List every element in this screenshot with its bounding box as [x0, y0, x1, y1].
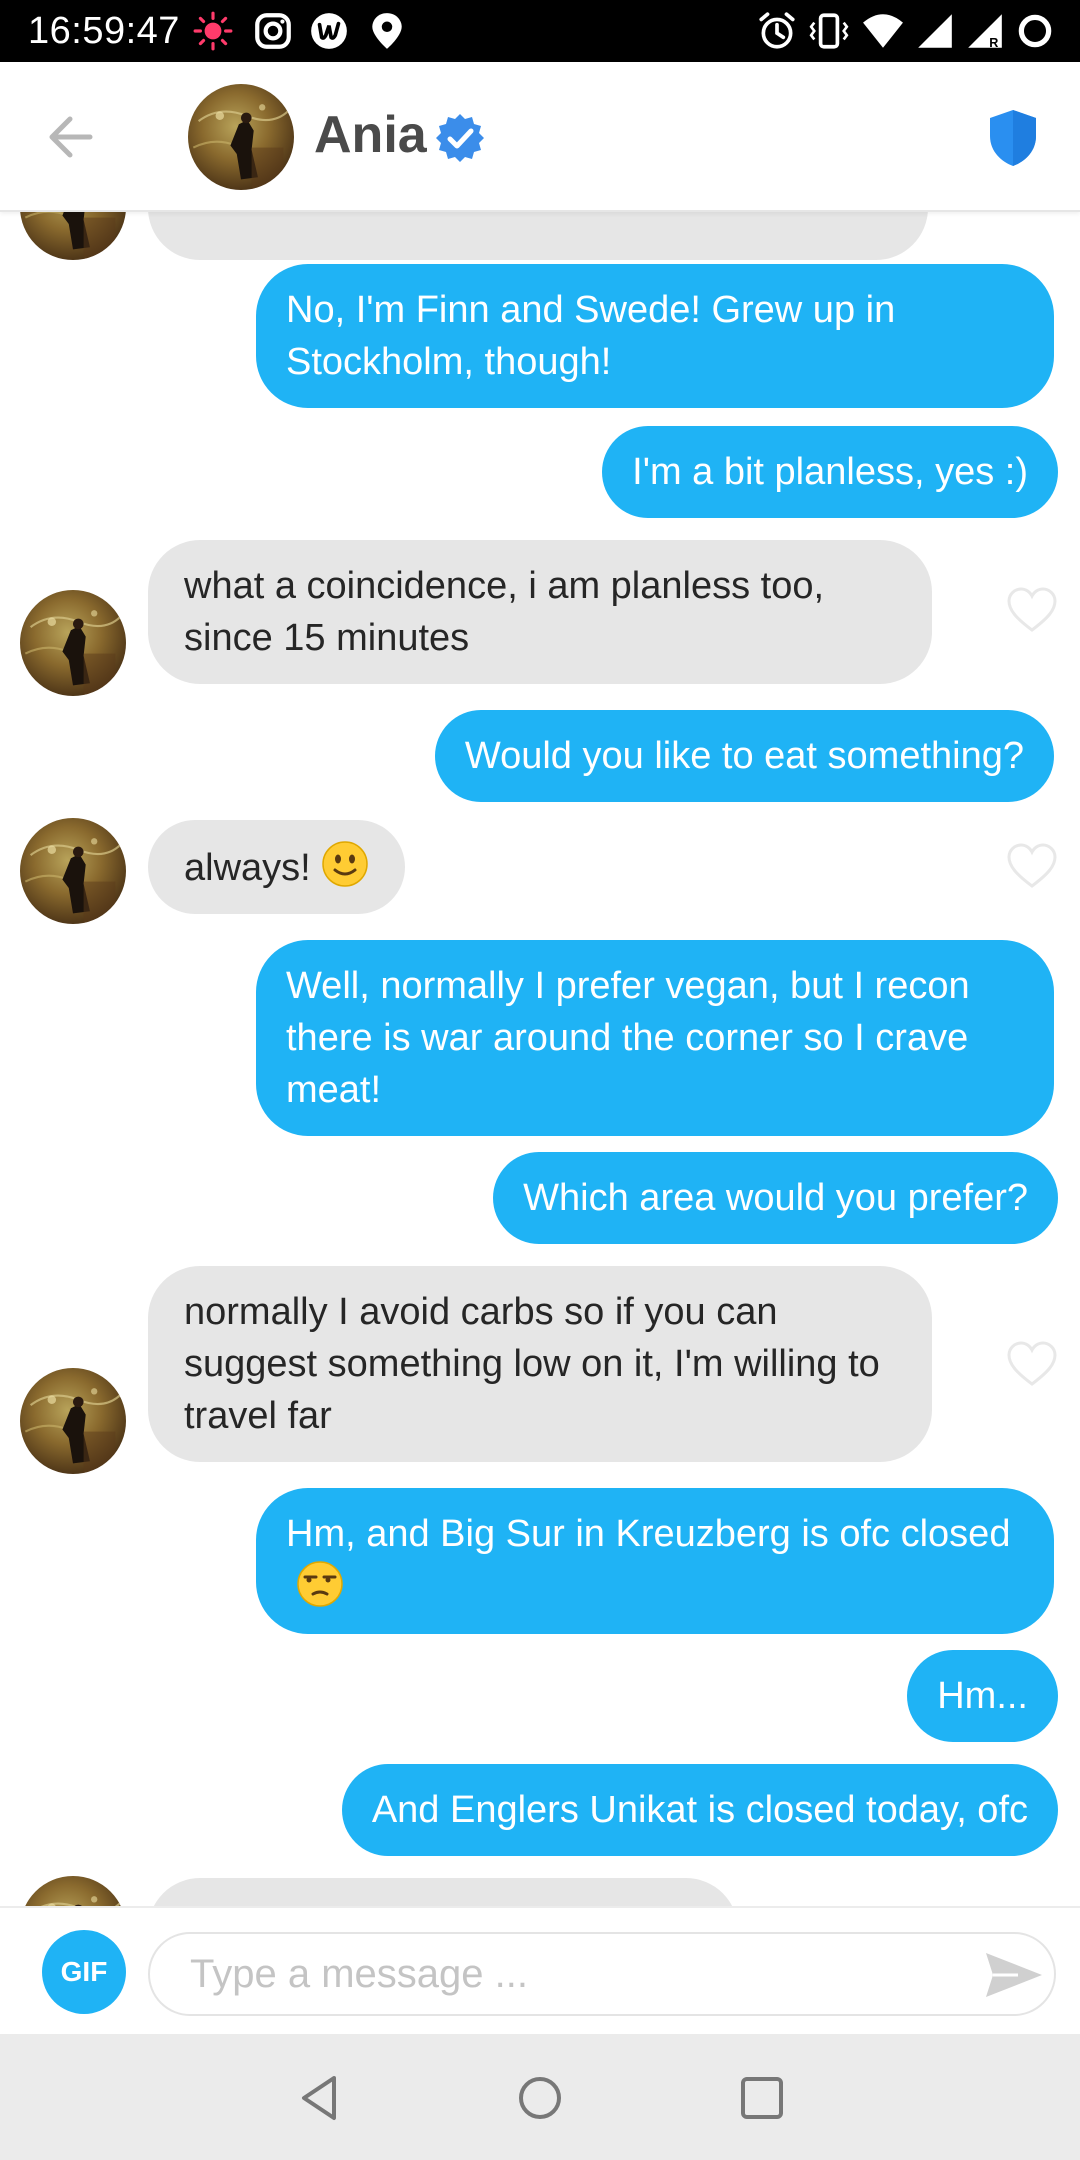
message-bubble-incoming[interactable]: [148, 212, 928, 260]
message-bubble-outgoing[interactable]: Well, normally I prefer vegan, but I rec…: [256, 940, 1054, 1136]
alarm-icon: [759, 12, 795, 49]
message-avatar[interactable]: [20, 590, 126, 696]
slightly-smiling-face-icon: [321, 841, 368, 887]
message-bubble-incoming[interactable]: always!: [148, 820, 405, 914]
signal-icon: [918, 14, 952, 48]
back-arrow-icon[interactable]: [40, 104, 106, 170]
svg-text:R: R: [989, 36, 998, 50]
message-input[interactable]: [148, 1932, 1056, 2016]
recents-square-icon[interactable]: [734, 2070, 790, 2126]
notification-dot-icon: [193, 11, 233, 51]
message-avatar[interactable]: [20, 1368, 126, 1474]
message-bubble-outgoing[interactable]: I'm a bit planless, yes :): [602, 426, 1058, 518]
message-bubble-incoming[interactable]: [148, 1878, 738, 1906]
message-avatar[interactable]: [20, 212, 126, 260]
instagram-icon: [255, 13, 291, 49]
location-icon: [372, 13, 402, 49]
back-triangle-icon[interactable]: [292, 2070, 348, 2126]
message-bubble-outgoing[interactable]: Hm...: [907, 1650, 1058, 1742]
message-bubble-outgoing[interactable]: Which area would you prefer?: [493, 1152, 1058, 1244]
status-bar: 16:59:47 R: [0, 0, 1080, 62]
status-time: 16:59:47: [28, 10, 180, 52]
message-bubble-outgoing[interactable]: Hm, and Big Sur in Kreuzberg is ofc clos…: [256, 1488, 1054, 1634]
signal-roaming-icon: R: [968, 14, 1002, 50]
like-heart-icon[interactable]: [1006, 1340, 1058, 1388]
message-bubble-outgoing[interactable]: And Englers Unikat is closed today, ofc: [341, 1764, 1058, 1856]
battery-saver-icon: [1018, 14, 1052, 48]
unamused-face-icon: [297, 1561, 343, 1607]
chat-header: Ania: [0, 62, 1080, 212]
message-bubble-incoming[interactable]: normally I avoid carbs so if you can sug…: [148, 1266, 932, 1462]
like-heart-icon[interactable]: [1006, 586, 1058, 634]
shield-icon[interactable]: [986, 108, 1040, 168]
contact-avatar[interactable]: [188, 84, 294, 190]
gif-button[interactable]: GIF: [42, 1930, 126, 2014]
like-heart-icon[interactable]: [1006, 842, 1058, 890]
system-nav-bar: [0, 2034, 1080, 2160]
message-bubble-outgoing[interactable]: Would you like to eat something?: [434, 710, 1054, 802]
app-icon: [311, 13, 347, 49]
message-avatar[interactable]: [20, 818, 126, 924]
message-bubble-incoming[interactable]: what a coincidence, i am planless too, s…: [148, 540, 932, 684]
message-bubble-outgoing[interactable]: No, I'm Finn and Swede! Grew up in Stock…: [256, 264, 1054, 408]
vibrate-icon: [809, 13, 849, 49]
verified-badge-icon: [436, 114, 484, 162]
wifi-icon: [863, 14, 903, 48]
message-list[interactable]: No, I'm Finn and Swede! Grew up in Stock…: [0, 212, 1080, 1906]
contact-name[interactable]: Ania: [314, 102, 427, 168]
message-composer: GIF: [0, 1906, 1080, 2034]
send-icon[interactable]: [984, 1950, 1044, 2000]
home-circle-icon[interactable]: [512, 2070, 568, 2126]
message-avatar[interactable]: [20, 1876, 126, 1906]
